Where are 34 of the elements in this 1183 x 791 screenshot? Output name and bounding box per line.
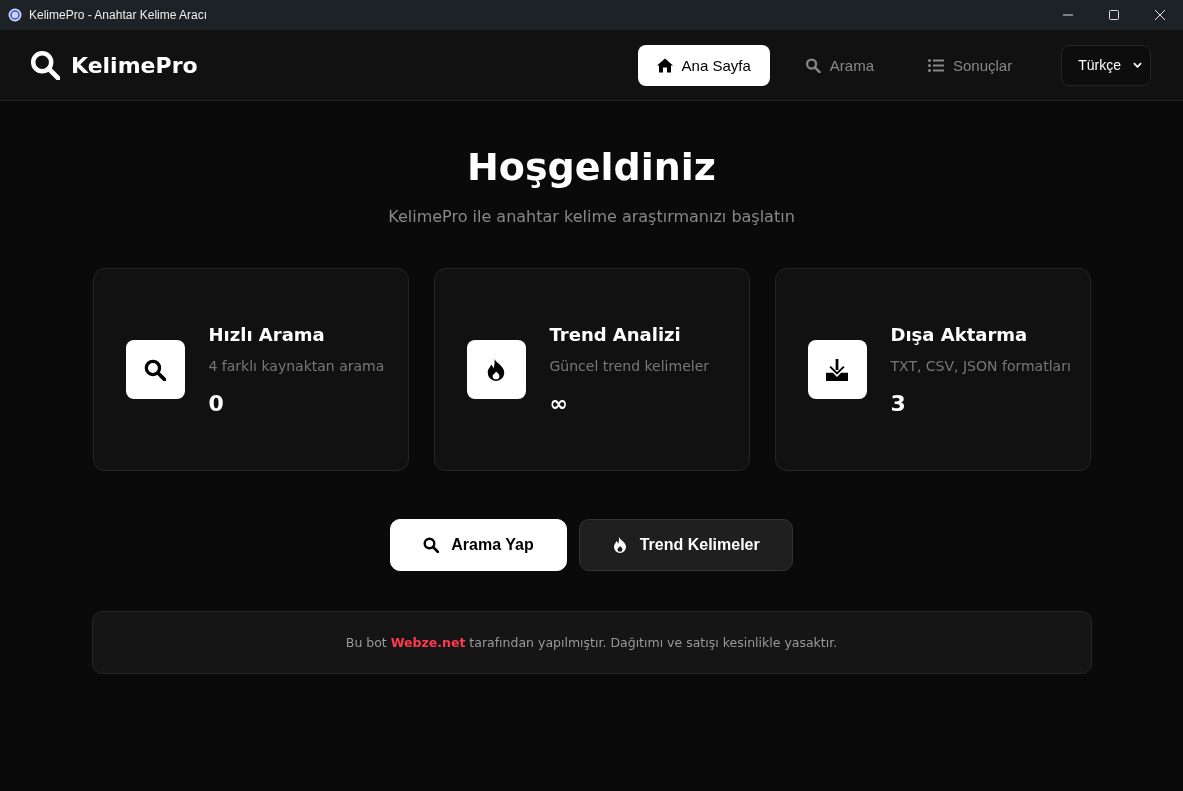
card-title: Trend Analizi bbox=[549, 323, 682, 345]
nav-tab[interactable]: Ana Sayfa bbox=[637, 44, 770, 86]
window-title: KelimePro - Anahtar Kelime Aracı bbox=[29, 8, 208, 22]
download-icon bbox=[826, 358, 848, 381]
card-title: Dışa Aktarma bbox=[890, 323, 1029, 345]
card-value: 3 bbox=[890, 390, 907, 416]
search-icon bbox=[423, 537, 440, 553]
home-icon bbox=[656, 57, 673, 73]
maximize-icon[interactable] bbox=[1109, 10, 1119, 20]
brand-name: KelimePro bbox=[71, 52, 198, 78]
card-description: TXT, CSV, JSON formatları bbox=[890, 356, 1072, 376]
nav-tab[interactable]: Sonuçlar bbox=[909, 44, 1032, 86]
card-value: 0 bbox=[208, 390, 225, 416]
welcome-subtitle: KelimePro ile anahtar kelime araştırmanızı başlatın bbox=[388, 207, 795, 226]
flame-icon bbox=[485, 358, 507, 381]
action-button[interactable]: Arama Yap bbox=[390, 519, 567, 571]
list-icon bbox=[928, 57, 944, 73]
website-link[interactable]: Webze.net bbox=[390, 635, 466, 650]
app-icon bbox=[8, 8, 22, 22]
nav-tab[interactable]: Arama bbox=[785, 44, 893, 86]
flame-icon bbox=[611, 537, 628, 553]
chevron-icon bbox=[1133, 62, 1142, 68]
footer-notice: Bu bot Webze.net tarafından yapılmıştır. Dağıtımı ve satışı kesinlikle yasaktır. bbox=[345, 635, 838, 650]
card-description: Güncel trend kelimeler bbox=[549, 356, 711, 376]
search-icon bbox=[804, 57, 821, 73]
card-title: Hızlı Arama bbox=[208, 323, 326, 345]
language-select[interactable]: Türkçe bbox=[1061, 44, 1151, 86]
card-value: ∞ bbox=[549, 390, 569, 416]
search-icon bbox=[144, 358, 166, 381]
search-icon bbox=[30, 50, 60, 80]
action-button[interactable]: Trend Kelimeler bbox=[578, 519, 793, 571]
welcome-heading: Hoşgeldiniz bbox=[467, 145, 716, 189]
card-description: 4 farklı kaynaktan arama bbox=[208, 356, 386, 376]
close-icon[interactable] bbox=[1155, 10, 1165, 20]
